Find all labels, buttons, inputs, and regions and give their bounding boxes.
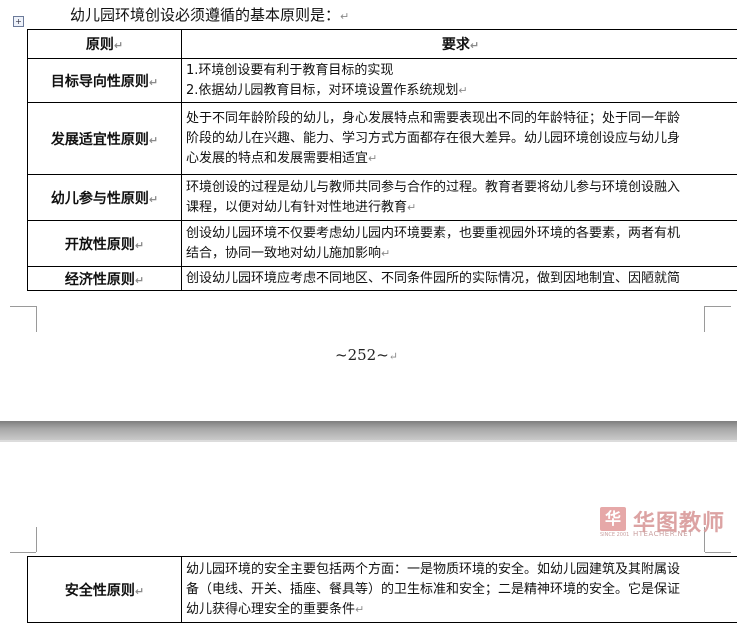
requirement-cell: 环境创设的过程是幼儿与教师共同参与合作的过程。教育者要将幼儿参与环境创设融入 课程… bbox=[181, 174, 737, 221]
requirement-line: 幼儿园环境的安全主要包括两个方面：一是物质环境的安全。如幼儿园建筑及其附属设 bbox=[186, 561, 681, 577]
table-row: 经济性原则↵ 创设幼儿园环境应考虑不同地区、不同条件园所的实际情况，做到因地制宜、… bbox=[27, 266, 737, 291]
page-gap-separator bbox=[0, 421, 737, 440]
requirement-line: 1.环境创设要有利于教育目标的实现 bbox=[186, 62, 394, 78]
page-number: ~252~↵ bbox=[335, 346, 398, 364]
requirement-line: 心发展的特点和发展需要相适宜↵ bbox=[186, 150, 378, 166]
crop-mark-left-h bbox=[10, 306, 36, 307]
principle-cell: 安全性原则↵ bbox=[27, 556, 182, 623]
table-row: 安全性原则↵ 幼儿园环境的安全主要包括两个方面：一是物质环境的安全。如幼儿园建筑… bbox=[27, 556, 737, 623]
requirement-line: 2.依据幼儿园教育目标，对环境设置作系统规划↵ bbox=[186, 82, 468, 98]
logo-url: HTEACHER.NET bbox=[633, 530, 693, 538]
crop-mark-right-2-h bbox=[705, 552, 731, 553]
crop-mark-right-h bbox=[705, 306, 731, 307]
intro-text: 幼儿园环境创设必须遵循的基本原则是：↵ bbox=[70, 6, 350, 24]
table-row: 发展适宜性原则↵ 处于不同年龄阶段的幼儿，身心发展特点和需要表现出不同的年龄特征；… bbox=[27, 102, 737, 175]
principles-table-continued: 安全性原则↵ 幼儿园环境的安全主要包括两个方面：一是物质环境的安全。如幼儿园建筑… bbox=[27, 556, 737, 623]
requirement-line: 创设幼儿园环境应考虑不同地区、不同条件园所的实际情况，做到因地制宜、因陋就简 bbox=[186, 270, 681, 286]
crop-mark-left-2 bbox=[36, 527, 37, 552]
table-header-row: 原则↵ 要求↵ bbox=[27, 29, 737, 59]
table-row: 幼儿参与性原则↵ 环境创设的过程是幼儿与教师共同参与合作的过程。教育者要将幼儿参与… bbox=[27, 174, 737, 221]
principles-table: 原则↵ 要求↵ 目标导向性原则↵ 1.环境创设要有利于教育目标的实现 2.依据幼儿园… bbox=[27, 29, 737, 291]
requirement-cell: 处于不同年龄阶段的幼儿，身心发展特点和需要表现出不同的年龄特征；处于同一年龄 阶段… bbox=[181, 102, 737, 175]
requirement-line: 环境创设的过程是幼儿与教师共同参与合作的过程。教育者要将幼儿参与环境创设融入 bbox=[186, 179, 681, 195]
header-requirement: 要求↵ bbox=[181, 29, 737, 59]
principle-cell: 开放性原则↵ bbox=[27, 220, 182, 267]
logo-since: SINCE 2001 bbox=[600, 532, 630, 538]
principle-cell: 幼儿参与性原则↵ bbox=[27, 174, 182, 221]
requirement-line: 处于不同年龄阶段的幼儿，身心发展特点和需要表现出不同的年龄特征；处于同一年龄 bbox=[186, 110, 681, 126]
requirement-cell: 1.环境创设要有利于教育目标的实现 2.依据幼儿园教育目标，对环境设置作系统规划↵ bbox=[181, 58, 737, 103]
principle-cell: 目标导向性原则↵ bbox=[27, 58, 182, 103]
crop-mark-left-2-h bbox=[10, 552, 36, 553]
huatu-logo-icon: 华 bbox=[600, 507, 626, 531]
requirement-line: 课程，以便对幼儿有针对性地进行教育↵ bbox=[186, 199, 417, 215]
table-row: 开放性原则↵ 创设幼儿园环境不仅要考虑幼儿园内环境要素，也要重视园外环境的各要素，… bbox=[27, 220, 737, 267]
requirement-line: 阶段的幼儿在兴趣、能力、学习方式方面都存在很大差异。幼儿园环境创设应与幼儿身 bbox=[186, 130, 681, 146]
requirement-cell: 幼儿园环境的安全主要包括两个方面：一是物质环境的安全。如幼儿园建筑及其附属设 备… bbox=[181, 556, 737, 623]
requirement-cell: 创设幼儿园环境应考虑不同地区、不同条件园所的实际情况，做到因地制宜、因陋就简 bbox=[181, 266, 737, 291]
table-row: 目标导向性原则↵ 1.环境创设要有利于教育目标的实现 2.依据幼儿园教育目标，对环境… bbox=[27, 58, 737, 103]
table-move-handle-icon[interactable]: + bbox=[13, 16, 24, 27]
requirement-line: 结合，协同一致地对幼儿施加影响↵ bbox=[186, 245, 391, 261]
requirement-line: 备（电线、开关、插座、餐具等）的卫生标准和安全；二是精神环境的安全。它是保证 bbox=[186, 581, 681, 597]
header-principle: 原则↵ bbox=[27, 29, 182, 59]
principle-cell: 发展适宜性原则↵ bbox=[27, 102, 182, 175]
crop-mark-right bbox=[704, 306, 705, 332]
requirement-line: 幼儿获得心理安全的重要条件↵ bbox=[186, 601, 365, 617]
requirement-cell: 创设幼儿园环境不仅要考虑幼儿园内环境要素，也要重视园外环境的各要素，两者有机 结合… bbox=[181, 220, 737, 267]
crop-mark-left bbox=[36, 306, 37, 332]
requirement-line: 创设幼儿园环境不仅要考虑幼儿园内环境要素，也要重视园外环境的各要素，两者有机 bbox=[186, 225, 681, 241]
principle-cell: 经济性原则↵ bbox=[27, 266, 182, 291]
page-gap-shadow bbox=[0, 440, 737, 442]
